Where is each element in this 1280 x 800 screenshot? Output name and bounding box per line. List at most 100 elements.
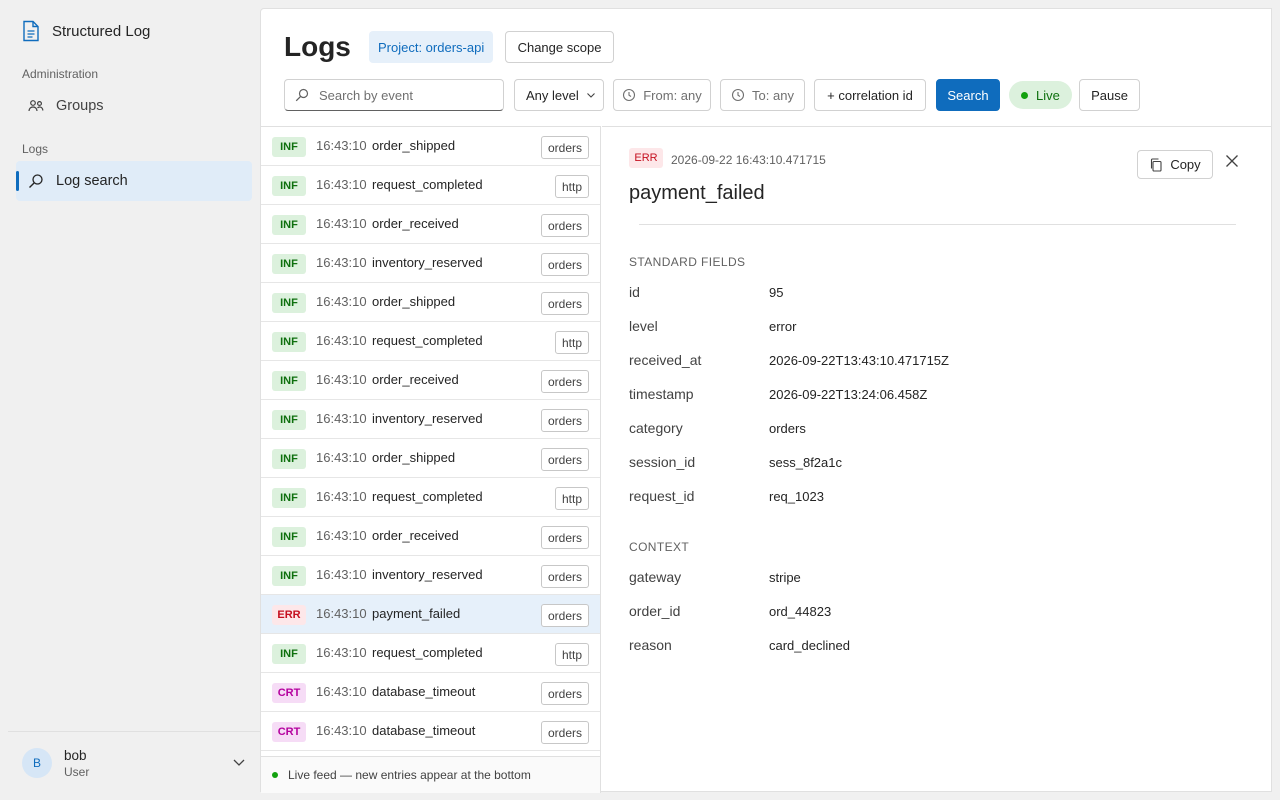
log-row[interactable]: INF 16:43:10 inventory_reserved orders	[261, 556, 600, 595]
field-key: gateway	[629, 569, 682, 585]
level-badge: INF	[272, 371, 306, 391]
field-value: card_declined	[769, 638, 850, 653]
search-field[interactable]	[284, 79, 504, 111]
search-input[interactable]	[319, 87, 499, 103]
change-scope-button[interactable]: Change scope	[505, 31, 614, 63]
category-tag: orders	[540, 292, 589, 315]
category-tag: orders	[540, 214, 589, 237]
live-feed-footer: Live feed — new entries appear at the bo…	[261, 756, 601, 793]
close-icon[interactable]	[1224, 153, 1240, 169]
divider	[8, 731, 260, 732]
category-tag: http	[554, 487, 589, 510]
log-time: 16:43:10	[316, 216, 367, 231]
category-tag: orders	[540, 136, 589, 159]
category-tag: orders	[540, 604, 589, 627]
level-badge: INF	[272, 410, 306, 430]
log-row[interactable]: INF 16:43:10 request_completed http	[261, 322, 600, 361]
log-time: 16:43:10	[316, 255, 367, 270]
field-value: ord_44823	[769, 604, 832, 619]
level-badge: INF	[272, 644, 306, 664]
log-time: 16:43:10	[316, 528, 367, 543]
category-tag: http	[554, 331, 589, 354]
sidebar-item-groups[interactable]: Groups	[16, 86, 252, 126]
log-row[interactable]: INF 16:43:10 order_shipped orders	[261, 127, 600, 166]
sidebar-item-log-search[interactable]: Log search	[16, 161, 252, 201]
field-value: orders	[769, 421, 806, 436]
project-chip[interactable]: Project: orders-api	[369, 31, 494, 63]
sidebar: Structured Log Administration Groups Log…	[0, 0, 260, 800]
category-tag: orders	[540, 253, 589, 276]
log-time: 16:43:10	[316, 489, 367, 504]
level-badge: CRT	[272, 683, 306, 703]
from-date-label: From: any	[643, 87, 702, 103]
detail-timestamp: 2026-09-22 16:43:10.471715	[671, 153, 826, 167]
level-badge: INF	[272, 527, 306, 547]
log-row[interactable]: INF 16:43:10 order_received orders	[261, 205, 600, 244]
pause-button[interactable]: Pause	[1079, 79, 1140, 111]
level-dropdown[interactable]: Any level	[514, 79, 604, 111]
level-badge: ERR	[272, 605, 306, 625]
log-event: database_timeout	[372, 684, 476, 699]
copy-label: Copy	[1170, 157, 1201, 172]
sidebar-item-label: Log search	[56, 173, 128, 189]
field-value: 2026-09-22T13:24:06.458Z	[769, 387, 928, 402]
to-date-picker[interactable]: To: any	[720, 79, 805, 111]
from-date-picker[interactable]: From: any	[613, 79, 711, 111]
log-event: request_completed	[372, 645, 483, 660]
log-row[interactable]: INF 16:43:10 order_received orders	[261, 361, 600, 400]
log-time: 16:43:10	[316, 645, 367, 660]
log-time: 16:43:10	[316, 138, 367, 153]
app-brand[interactable]: Structured Log	[22, 20, 150, 42]
field-value: 95	[769, 285, 784, 300]
live-indicator: Live	[1009, 81, 1072, 109]
log-row[interactable]: ERR 16:43:10 payment_failed orders	[261, 595, 600, 634]
log-list: INF 16:43:10 order_shipped orders INF 16:43:1…	[261, 126, 601, 756]
log-row[interactable]: INF 16:43:10 order_shipped orders	[261, 439, 600, 478]
log-row[interactable]: INF 16:43:10 request_completed http	[261, 166, 600, 205]
category-tag: http	[554, 175, 589, 198]
category-tag: orders	[540, 721, 589, 744]
log-row[interactable]: INF 16:43:10 order_received orders	[261, 517, 600, 556]
chevron-down-icon[interactable]	[232, 755, 246, 769]
log-event: inventory_reserved	[372, 567, 483, 582]
log-time: 16:43:10	[316, 567, 367, 582]
log-time: 16:43:10	[316, 684, 367, 699]
search-button[interactable]: Search	[936, 79, 1000, 111]
context-heading: CONTEXT	[629, 540, 690, 554]
field-key: level	[629, 318, 658, 334]
log-row[interactable]: INF 16:43:10 inventory_reserved orders	[261, 244, 600, 283]
field-key: received_at	[629, 352, 702, 368]
field-key: session_id	[629, 454, 696, 470]
chevron-down-icon	[586, 90, 596, 100]
copy-button[interactable]: Copy	[1137, 150, 1213, 179]
search-icon	[295, 88, 309, 102]
log-row[interactable]: INF 16:43:10 request_completed http	[261, 634, 600, 673]
log-event: inventory_reserved	[372, 255, 483, 270]
log-event: request_completed	[372, 177, 483, 192]
category-tag: orders	[540, 682, 589, 705]
add-correlation-id-button[interactable]: + correlation id	[814, 79, 926, 111]
section-label-administration: Administration	[22, 67, 99, 81]
to-date-label: To: any	[752, 87, 794, 103]
user-menu[interactable]: B bob User	[22, 745, 252, 781]
log-row[interactable]: INF 16:43:10 order_shipped orders	[261, 283, 600, 322]
live-dot	[272, 772, 278, 778]
log-event: request_completed	[372, 489, 483, 504]
log-time: 16:43:10	[316, 333, 367, 348]
log-row[interactable]: CRT 16:43:10 database_timeout orders	[261, 712, 600, 751]
copy-icon	[1149, 157, 1163, 172]
detail-title: payment_failed	[629, 182, 765, 204]
field-key: category	[629, 420, 683, 436]
field-value: 2026-09-22T13:43:10.471715Z	[769, 353, 949, 368]
standard-fields-heading: STANDARD FIELDS	[629, 255, 746, 269]
log-row[interactable]: INF 16:43:10 inventory_reserved orders	[261, 400, 600, 439]
log-row[interactable]: INF 16:43:10 request_completed http	[261, 478, 600, 517]
log-event: payment_failed	[372, 606, 461, 621]
page-title: Logs	[284, 31, 351, 62]
log-row[interactable]: CRT 16:43:10 database_timeout orders	[261, 673, 600, 712]
section-label-logs: Logs	[22, 142, 49, 156]
log-time: 16:43:10	[316, 723, 367, 738]
log-time: 16:43:10	[316, 411, 367, 426]
user-name: bob	[64, 747, 87, 763]
field-value: error	[769, 319, 797, 334]
